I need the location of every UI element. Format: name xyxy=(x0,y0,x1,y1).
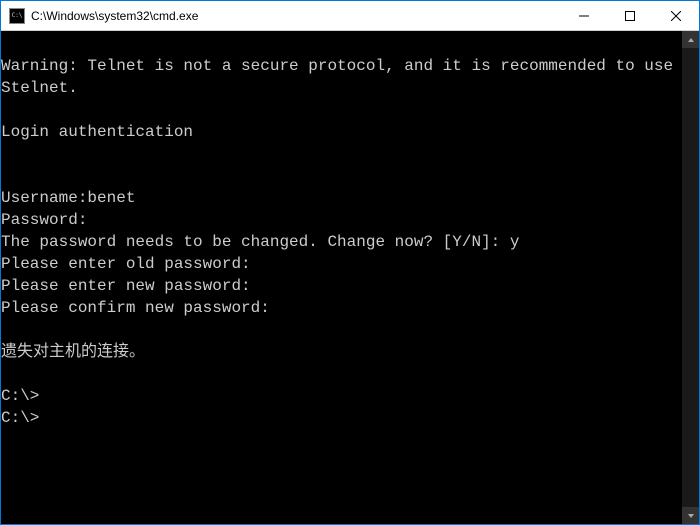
close-icon xyxy=(671,11,681,21)
terminal-line xyxy=(1,363,682,385)
terminal-line: Please enter old password: xyxy=(1,253,682,275)
terminal-line: The password needs to be changed. Change… xyxy=(1,231,682,253)
terminal-line: Warning: Telnet is not a secure protocol… xyxy=(1,55,682,99)
terminal-line: C:\> xyxy=(1,385,682,407)
terminal-output[interactable]: Warning: Telnet is not a secure protocol… xyxy=(1,31,682,524)
titlebar[interactable]: C:\Windows\system32\cmd.exe xyxy=(1,1,699,31)
terminal-line xyxy=(1,33,682,55)
terminal-line: Password: xyxy=(1,209,682,231)
terminal-line xyxy=(1,143,682,165)
maximize-icon xyxy=(625,11,635,21)
chevron-up-icon xyxy=(687,36,695,44)
window-controls xyxy=(561,1,699,30)
vertical-scrollbar[interactable] xyxy=(682,31,699,524)
chevron-down-icon xyxy=(687,512,695,520)
window-title: C:\Windows\system32\cmd.exe xyxy=(31,9,561,23)
terminal-line: Please confirm new password: xyxy=(1,297,682,319)
cmd-window: C:\Windows\system32\cmd.exe Warning: Tel… xyxy=(0,0,700,525)
client-area: Warning: Telnet is not a secure protocol… xyxy=(1,31,699,524)
scroll-up-button[interactable] xyxy=(682,31,699,48)
scrollbar-track[interactable] xyxy=(682,48,699,507)
terminal-line: Please enter new password: xyxy=(1,275,682,297)
terminal-line xyxy=(1,319,682,341)
close-button[interactable] xyxy=(653,1,699,30)
minimize-icon xyxy=(579,11,589,21)
minimize-button[interactable] xyxy=(561,1,607,30)
terminal-line xyxy=(1,165,682,187)
scroll-down-button[interactable] xyxy=(682,507,699,524)
terminal-line xyxy=(1,99,682,121)
maximize-button[interactable] xyxy=(607,1,653,30)
cmd-icon xyxy=(9,8,25,24)
terminal-line: C:\> xyxy=(1,407,682,429)
terminal-line: 遗失对主机的连接。 xyxy=(1,341,682,363)
terminal-line: Login authentication xyxy=(1,121,682,143)
terminal-line: Username:benet xyxy=(1,187,682,209)
